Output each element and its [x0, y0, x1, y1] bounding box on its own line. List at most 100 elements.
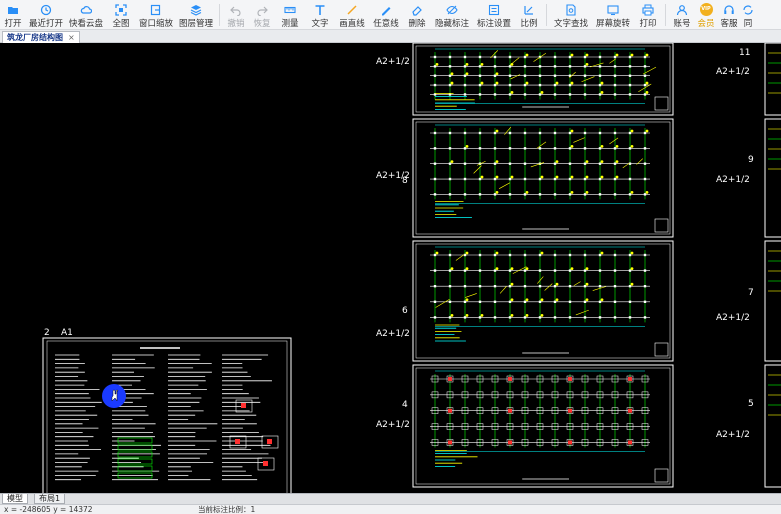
redo-button[interactable]: 恢复: [249, 0, 275, 30]
column-mark: [448, 253, 452, 257]
column-mark: [628, 65, 632, 68]
column-mark: [493, 300, 497, 303]
annotation-mark: [495, 81, 499, 85]
recent-open-button[interactable]: 最近打开: [26, 0, 66, 30]
annotation-mark: [525, 314, 529, 317]
detail-section: [263, 461, 268, 466]
scale-button[interactable]: 比例: [515, 0, 543, 30]
annotation-mark: [435, 62, 439, 66]
column-mark: [463, 162, 467, 165]
sheet-right-edge: [764, 364, 781, 488]
layout1-tab[interactable]: 布局1: [34, 494, 66, 504]
annotation-mark: [645, 190, 649, 194]
column-mark: [628, 285, 632, 288]
leader-line: [575, 309, 589, 316]
annotation-mark: [480, 62, 484, 66]
annotation-mark: [630, 251, 634, 255]
annotation-mark: [555, 160, 559, 164]
column-mark: [538, 65, 542, 68]
annotation-mark: [465, 144, 469, 148]
sheet-2-number-label: 2: [44, 328, 50, 338]
measure-button[interactable]: 测量: [275, 0, 305, 30]
column-mark: [613, 65, 617, 68]
sheet-6: [412, 240, 674, 362]
column-mark: [433, 316, 437, 319]
fit-all-label: 全图: [112, 19, 130, 29]
annotation-mark: [585, 267, 589, 270]
column-mark: [448, 162, 452, 165]
sheet-8: [412, 118, 674, 238]
column-mark: [478, 83, 482, 87]
annotation-mark: [645, 81, 649, 85]
text-search-icon: [565, 3, 578, 16]
annotation-mark: [645, 129, 649, 133]
column-mark: [508, 269, 512, 272]
column-mark: [493, 131, 497, 135]
sheet-2-notes: [42, 337, 292, 493]
annotation-mark: [495, 190, 499, 194]
column-mark: [478, 300, 482, 303]
column-mark: [433, 162, 437, 165]
col2-sheet-size-11: A2+1/2: [716, 67, 750, 77]
layer-manager-label: 图层管理: [178, 19, 213, 29]
sync-button[interactable]: 同: [741, 0, 755, 30]
cloud-disk-button[interactable]: 快看云盘: [66, 0, 106, 30]
annotation-settings-label: 标注设置: [476, 19, 511, 29]
column-mark: [463, 83, 467, 87]
column-mark: [568, 300, 572, 303]
document-tab[interactable]: 筑龙厂房结构图 ×: [2, 31, 80, 43]
hide-annotation-label: 隐藏标注: [434, 19, 469, 29]
column-mark: [448, 83, 452, 87]
annotation-settings-icon: [488, 3, 501, 16]
print-button[interactable]: 打印: [634, 0, 662, 30]
sheet-frame: [412, 118, 674, 238]
column-mark: [613, 162, 617, 165]
column-mark: [463, 74, 467, 77]
document-tab-bar: 筑龙厂房结构图 ×: [0, 30, 781, 43]
leader-line: [510, 74, 521, 80]
rotate-screen-button[interactable]: 屏幕旋转: [592, 0, 634, 30]
leader-line: [476, 161, 486, 166]
column-mark: [493, 93, 497, 96]
column-mark: [448, 269, 452, 272]
sheet-right-edge: [764, 240, 781, 362]
annotation-settings-button[interactable]: 标注设置: [473, 0, 515, 30]
annotation-mark: [585, 160, 589, 164]
column-mark: [553, 162, 557, 165]
annotation-mark: [585, 62, 589, 66]
annotation-mark: [570, 53, 574, 57]
column-mark: [568, 147, 572, 150]
freehand-line-button[interactable]: 任意线: [369, 0, 403, 30]
text-button[interactable]: 文字: [305, 0, 335, 30]
model-tab[interactable]: 模型: [2, 494, 28, 504]
column-section: [448, 408, 452, 413]
leader-line: [536, 141, 547, 149]
annotation-mark: [540, 91, 544, 94]
column-mark: [538, 193, 542, 196]
vip-button[interactable]: VIP 会员: [695, 0, 717, 30]
close-icon[interactable]: ×: [68, 33, 75, 42]
column-mark: [523, 55, 527, 59]
column-mark: [478, 269, 482, 272]
draw-line-button[interactable]: 画直线: [335, 0, 369, 30]
hide-annotation-button[interactable]: 隐藏标注: [431, 0, 473, 30]
column-mark: [508, 83, 512, 87]
undo-button[interactable]: 撤销: [223, 0, 249, 30]
annotation-mark: [630, 144, 634, 148]
layer-manager-button[interactable]: 图层管理: [176, 0, 216, 30]
open-button[interactable]: 打开: [0, 0, 26, 30]
customer-service-button[interactable]: 客服: [717, 0, 741, 30]
text-search-button[interactable]: 文字查找: [550, 0, 592, 30]
column-mark: [613, 269, 617, 272]
redo-label: 恢复: [253, 19, 271, 29]
fit-all-button[interactable]: 全图: [106, 0, 136, 30]
window-zoom-button[interactable]: 窗口缩放: [136, 0, 176, 30]
drawing-canvas[interactable]: 2 A1 A2+1/2 8 A2+1/2 6 A2+1/2 4 A2+1/2 11 A2+1/2 9 A…: [0, 43, 781, 493]
annotation-mark: [600, 251, 604, 255]
account-button[interactable]: 账号: [669, 0, 695, 30]
annotation-mark: [450, 314, 454, 317]
delete-button[interactable]: 删除: [403, 0, 431, 30]
column-mark: [598, 162, 602, 165]
annotation-mark: [585, 298, 589, 302]
column-mark: [598, 285, 602, 288]
